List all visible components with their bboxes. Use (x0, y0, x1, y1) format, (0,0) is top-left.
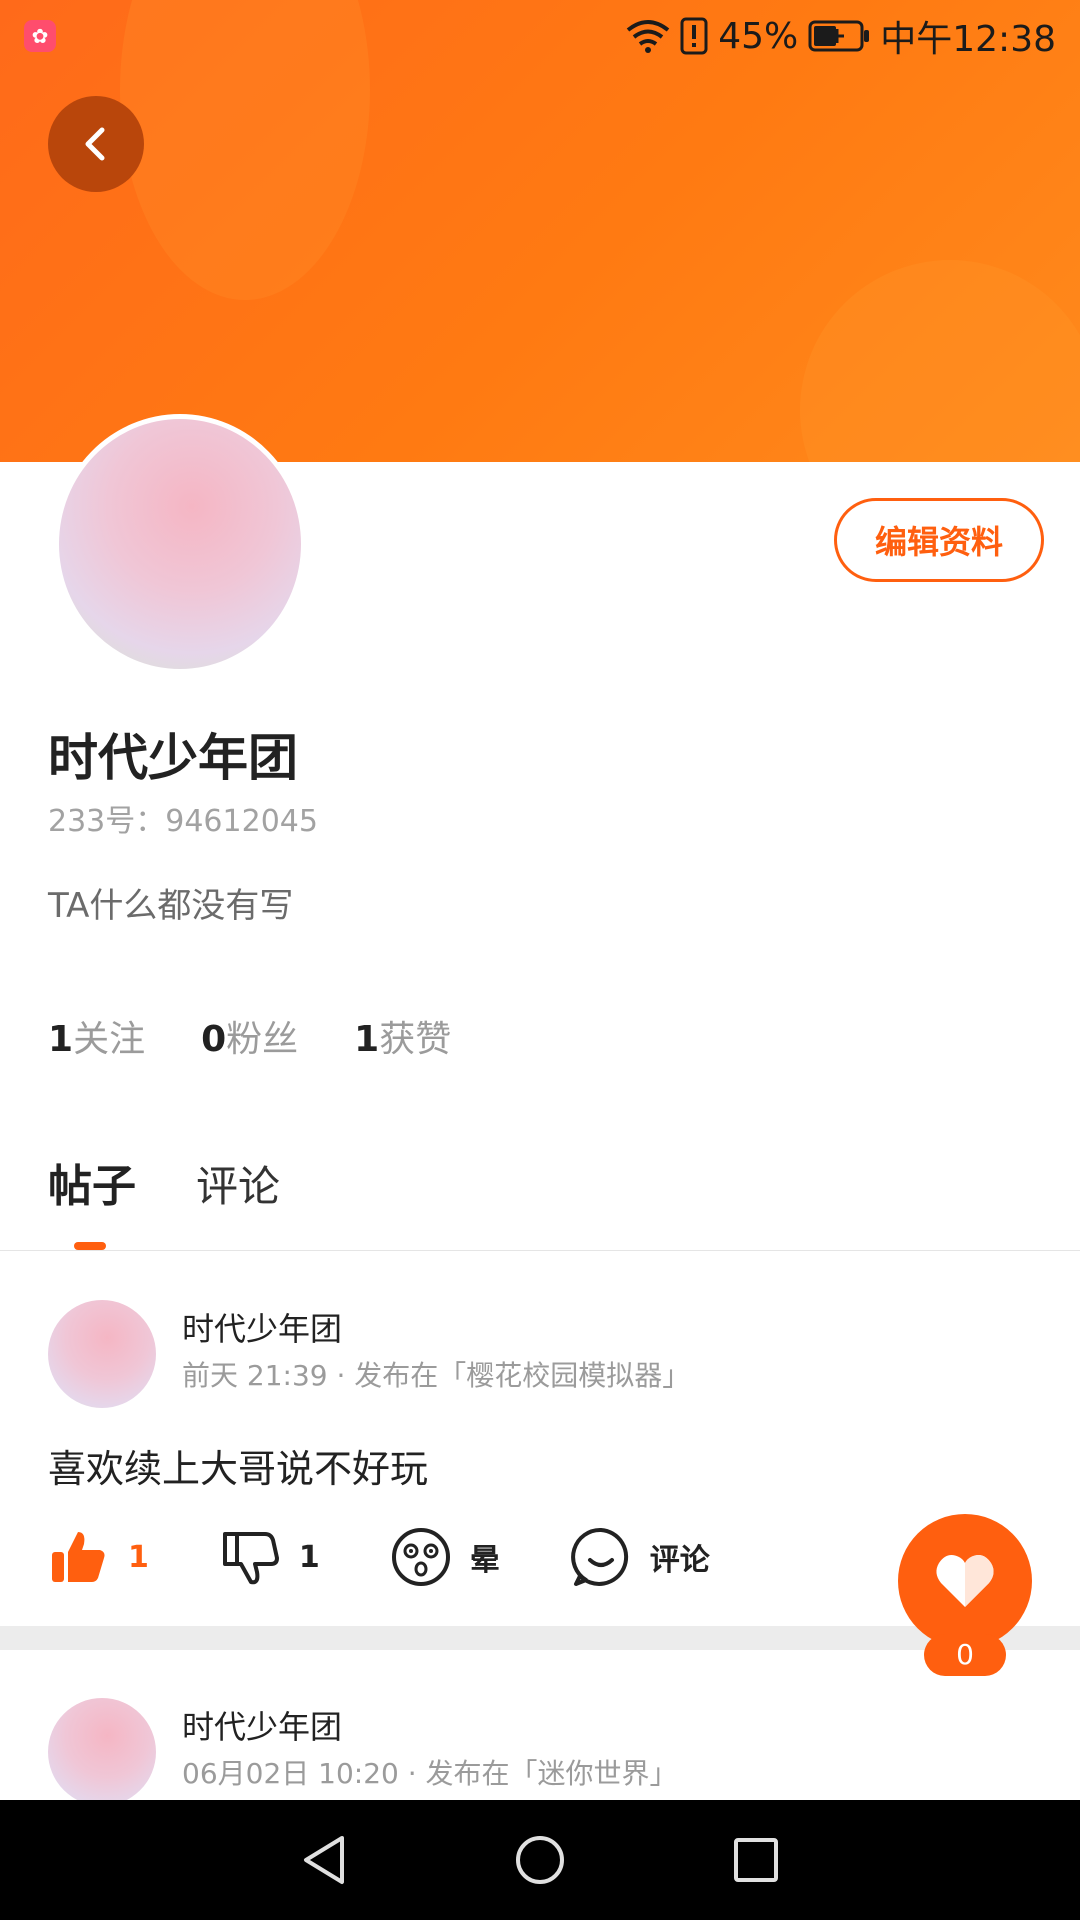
profile-bio: TA什么都没有写 (48, 886, 294, 926)
favorite-count: 0 (924, 1634, 1006, 1676)
recents-square-icon[interactable] (728, 1832, 784, 1888)
battery-charging-icon (808, 20, 870, 52)
wifi-icon (626, 20, 670, 53)
chevron-left-icon (85, 127, 105, 161)
profile-id: 233号：94612045 (48, 804, 318, 839)
profile-avatar[interactable] (54, 414, 306, 674)
thumbs-up-icon (52, 1532, 105, 1582)
post-content[interactable]: 喜欢续上大哥说不好玩 (48, 1438, 428, 1493)
stat-value: 1 (354, 1019, 380, 1060)
status-bar: ✿ 45% 中午12:38 (0, 0, 1080, 72)
sim-alert-icon (680, 17, 708, 55)
tab-comments[interactable]: 评论 (196, 1153, 280, 1214)
dislike-count: 1 (298, 1539, 320, 1575)
clock: 中午12:38 (880, 19, 1056, 60)
comment-label: 评论 (649, 1543, 710, 1578)
edit-profile-button[interactable]: 编辑资料 (834, 498, 1044, 582)
thumbs-down-icon (222, 1532, 279, 1585)
dislike-button[interactable]: 1 (219, 1526, 320, 1588)
back-button[interactable] (48, 96, 144, 192)
post-card[interactable]: 时代少年团 06月02日 10:20 · 发布在「迷你世界」 (0, 1698, 1080, 1800)
battery-percent: 45% (718, 15, 799, 57)
profile-stats: 1关注 0粉丝 1获赞 (48, 1010, 451, 1062)
comment-bubble-icon (570, 1527, 628, 1586)
post-author-avatar[interactable] (48, 1300, 156, 1408)
dizzy-label: 晕 (469, 1543, 500, 1578)
system-nav-bar (0, 1800, 1080, 1920)
post-meta: 前天 21:39 · 发布在「樱花校园模拟器」 (182, 1359, 691, 1392)
profile-name: 时代少年团 (48, 729, 298, 787)
post-author-name[interactable]: 时代少年团 (182, 1702, 342, 1748)
post-author-name[interactable]: 时代少年团 (182, 1304, 342, 1350)
status-indicators: 45% 中午12:38 (626, 14, 1056, 60)
favorite-button[interactable] (898, 1514, 1032, 1648)
heart-icon (936, 1555, 994, 1607)
like-count: 1 (128, 1539, 149, 1575)
divider (0, 1250, 1080, 1251)
dizzy-button[interactable]: 晕 (390, 1526, 500, 1588)
post-author-avatar[interactable] (48, 1698, 156, 1800)
like-button[interactable]: 1 (48, 1526, 149, 1588)
stat-value: 1 (48, 1019, 74, 1060)
back-triangle-icon[interactable] (296, 1832, 352, 1888)
tab-posts[interactable]: 帖子 (48, 1150, 136, 1214)
stat-label: 粉丝 (226, 1019, 299, 1060)
active-tab-indicator (74, 1242, 106, 1250)
stat-likes[interactable]: 1获赞 (354, 1010, 451, 1062)
home-circle-icon[interactable] (512, 1832, 568, 1888)
post-actions: 1 1 晕 评论 (48, 1526, 780, 1588)
app-notification-icon: ✿ (24, 20, 56, 52)
stat-value: 0 (201, 1019, 227, 1060)
stat-followers[interactable]: 0粉丝 (201, 1010, 298, 1062)
stat-following[interactable]: 1关注 (48, 1010, 145, 1062)
profile-tabs: 帖子 评论 (48, 1150, 280, 1214)
comment-button[interactable]: 评论 (570, 1526, 710, 1588)
dizzy-face-icon (391, 1528, 450, 1586)
banner-decoration (800, 260, 1080, 462)
post-meta: 06月02日 10:20 · 发布在「迷你世界」 (182, 1757, 678, 1790)
stat-label: 获赞 (379, 1019, 452, 1060)
stat-label: 关注 (73, 1019, 146, 1060)
